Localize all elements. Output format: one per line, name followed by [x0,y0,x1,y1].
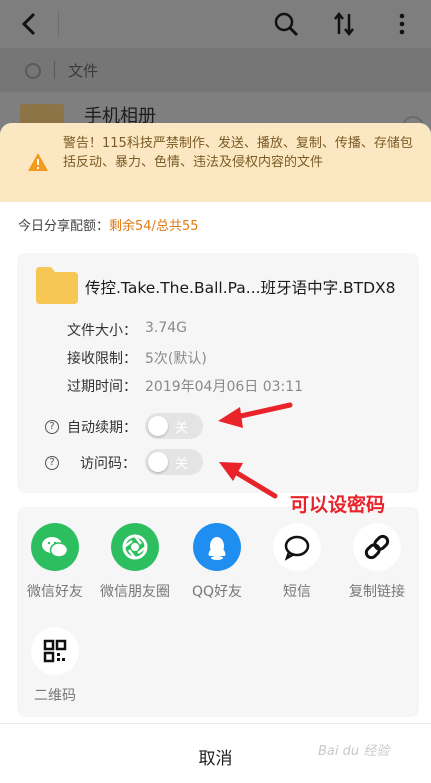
wechat-icon [31,523,79,571]
detail-value: 2019年04月06日 03:11 [145,379,304,395]
share-label: 微信朋友圈 [100,584,170,600]
quota-label: 今日分享配额： [18,219,110,234]
auto-renew-toggle[interactable]: 关 [145,413,203,439]
toggle-state: 关 [175,457,189,472]
toggle-state: 关 [175,421,189,436]
share-quota: 今日分享配额：剩余54/总共55 [18,215,198,234]
annotation-text: 可以设密码 [290,494,386,516]
share-label: QQ好友 [191,584,243,600]
detail-label: 文件大小： [67,323,137,339]
share-label: 二维码 [34,688,76,704]
share-sheet: 警告！115科技严禁制作、发送、播放、复制、传播、存储包括反动、暴力、色情、违法… [0,123,431,783]
divider [58,10,59,38]
folder-icon [36,267,78,304]
detail-value: 3.74G [145,320,188,336]
breadcrumb: 文件 [0,48,431,92]
share-label: 短信 [283,584,311,600]
qrcode-icon [31,627,79,675]
share-wechat-friend[interactable]: 微信好友 [19,523,91,601]
help-icon[interactable]: ? [45,456,59,470]
share-copy-link[interactable]: 复制链接 [341,523,413,601]
setting-label: 访问码： [80,456,136,472]
detail-label: 过期时间： [67,379,137,395]
help-icon[interactable]: ? [45,420,59,434]
share-sms[interactable]: 短信 [261,523,333,601]
breadcrumb-label[interactable]: 文件 [68,60,98,81]
divider [54,61,55,79]
moments-icon [111,523,159,571]
search-icon[interactable] [272,10,300,38]
toggle-knob [148,452,168,472]
share-qq-friend[interactable]: QQ好友 [181,523,253,601]
more-icon[interactable] [388,10,416,38]
share-label: 微信好友 [27,584,83,600]
file-size-row: 文件大小： 3.74G [67,320,187,340]
file-name: 传控.Take.The.Ball.Pa...班牙语中字.BTDX8 [85,279,396,297]
link-icon [353,523,401,571]
access-code-toggle[interactable]: 关 [145,449,203,475]
toggle-knob [148,416,168,436]
select-all-radio[interactable] [25,63,41,79]
warning-text: 警告！115科技严禁制作、发送、播放、复制、传播、存储包括反动、暴力、色情、违法… [63,136,413,170]
quota-value: 剩余54/总共55 [109,219,199,234]
detail-value: 5次(默认) [145,351,207,367]
share-qrcode[interactable]: 二维码 [19,627,91,705]
expire-time-row: 过期时间： 2019年04月06日 03:11 [67,376,303,396]
warning-banner: 警告！115科技严禁制作、发送、播放、复制、传播、存储包括反动、暴力、色情、违法… [0,123,431,202]
file-info-card: 传控.Take.The.Ball.Pa...班牙语中字.BTDX8 文件大小： … [17,253,419,493]
sort-icon[interactable] [330,10,358,38]
qq-icon [193,523,241,571]
share-wechat-moments[interactable]: 微信朋友圈 [99,523,171,601]
watermark: Bai du 经验 [318,744,390,759]
message-icon [273,523,321,571]
detail-label: 接收限制： [67,351,137,367]
receive-limit-row: 接收限制： 5次(默认) [67,348,207,368]
top-bar [0,0,431,48]
share-options-card: 微信好友 微信朋友圈 QQ好友 短信 复制链接 二维码 [17,507,419,717]
setting-label: 自动续期： [67,420,137,436]
share-label: 复制链接 [349,584,405,600]
warning-icon [28,153,48,171]
back-arrow-icon[interactable] [16,10,44,38]
